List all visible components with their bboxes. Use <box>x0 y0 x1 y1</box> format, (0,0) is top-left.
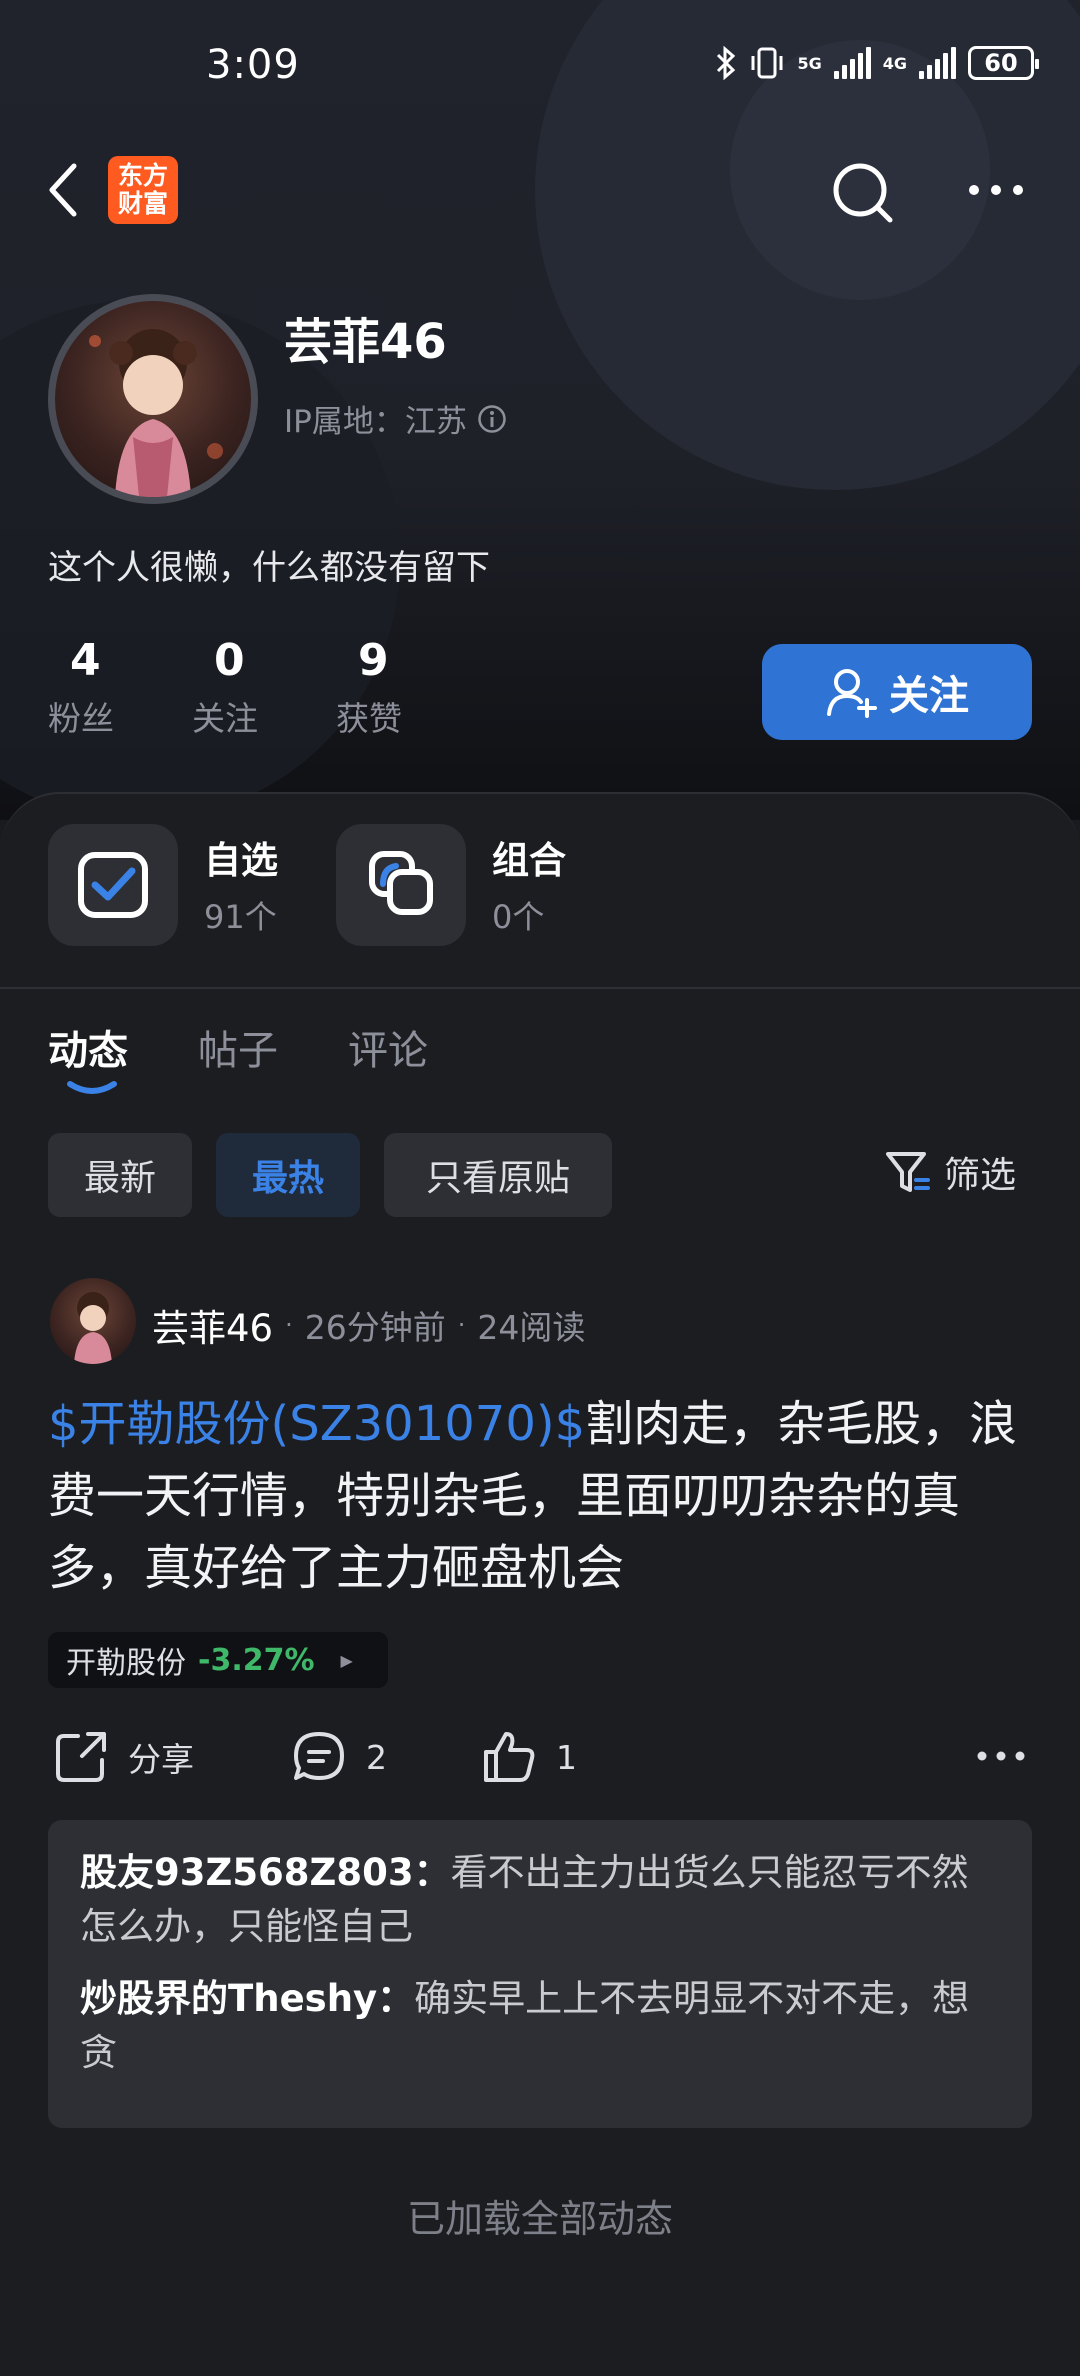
network-4g-label: 4G <box>882 53 907 73</box>
tab-posts[interactable]: 帖子 <box>198 1018 278 1076</box>
comment-preview[interactable]: 股友93Z568Z803：看不出主力出货么只能忍亏不然怎么办，只能怪自己 炒股界… <box>48 1820 1032 2128</box>
section-divider <box>0 987 1080 989</box>
comment-author[interactable]: 炒股界的Theshy： <box>80 1977 414 2020</box>
chip-latest[interactable]: 最新 <box>48 1133 192 1217</box>
stat-likes[interactable]: 9 获赞 <box>336 635 480 740</box>
tab-comments[interactable]: 评论 <box>348 1018 428 1076</box>
profile-page: 3:09 5G 4G 60 东方 财富 芸菲46 IP属地：江苏 这个人很懒，什… <box>0 0 1080 2376</box>
stock-change: -3.27% <box>198 1642 315 1678</box>
post-more-icon[interactable] <box>976 1748 1026 1764</box>
post-content[interactable]: $开勒股份(SZ301070)$割肉走，杂毛股，浪费一天行情，特别杂毛，里面叨叨… <box>48 1388 1038 1604</box>
network-5g-label: 5G <box>797 53 822 73</box>
portfolio-tile-icon[interactable] <box>336 824 466 946</box>
post-stock-link[interactable]: $开勒股份(SZ301070)$ <box>48 1396 585 1452</box>
chip-original-only[interactable]: 只看原贴 <box>384 1133 612 1217</box>
search-icon[interactable] <box>830 160 896 226</box>
avatar-illustration <box>89 329 223 497</box>
info-icon[interactable] <box>477 404 507 434</box>
tab-activity[interactable]: 动态 <box>48 1018 128 1076</box>
portfolio-count: 0个 <box>492 898 545 936</box>
stat-following[interactable]: 0 关注 <box>192 635 336 740</box>
portfolio-label[interactable]: 组合 <box>492 830 566 884</box>
end-of-feed-text: 已加载全部动态 <box>406 2197 673 2241</box>
post-author-name[interactable]: 芸菲46 <box>152 1298 273 1352</box>
avatar[interactable] <box>48 294 258 504</box>
chip-hottest[interactable]: 最热 <box>216 1133 360 1217</box>
status-icons: 5G 4G 60 <box>715 46 1039 80</box>
comment-item[interactable]: 炒股界的Theshy：确实早上上不去明显不对不走，想贪 <box>80 1972 1000 2080</box>
portfolio-icon <box>369 851 433 915</box>
comment-icon <box>294 1732 344 1780</box>
stat-fans[interactable]: 4 粉丝 <box>48 635 192 740</box>
add-user-icon <box>827 669 877 718</box>
play-arrow-icon: ▶ <box>340 1650 353 1670</box>
comment-button[interactable]: 2 <box>290 1728 387 1786</box>
battery-indicator: 60 <box>968 46 1039 80</box>
post-time: 26分钟前 <box>304 1308 446 1347</box>
watchlist-label[interactable]: 自选 <box>204 830 278 884</box>
profile-username: 芸菲46 <box>284 314 447 370</box>
active-tab-indicator <box>67 1081 117 1094</box>
watchlist-tile-icon[interactable] <box>48 824 178 946</box>
filter-icon <box>886 1152 930 1192</box>
share-icon <box>56 1732 106 1782</box>
follow-button[interactable]: 关注 <box>762 644 1032 740</box>
bluetooth-icon <box>717 46 736 80</box>
checkbox-icon <box>78 852 148 918</box>
like-button[interactable]: 1 <box>480 1728 577 1786</box>
watchlist-count: 91个 <box>204 898 277 936</box>
stock-name: 开勒股份 <box>66 1646 186 1681</box>
stock-quote-chip[interactable]: 开勒股份 -3.27% ▶ <box>48 1632 388 1688</box>
signal-1-icon <box>833 47 871 79</box>
comment-item[interactable]: 股友93Z568Z803：看不出主力出货么只能忍亏不然怎么办，只能怪自己 <box>80 1846 1000 1954</box>
signal-2-icon <box>919 47 956 79</box>
back-arrow-icon[interactable] <box>44 160 84 220</box>
vibrate-icon <box>751 47 783 79</box>
status-time: 3:09 <box>206 42 300 88</box>
thumbs-up-icon <box>484 1732 535 1782</box>
profile-bio: 这个人很懒，什么都没有留下 <box>48 548 490 588</box>
post-reads: 24阅读 <box>477 1308 586 1347</box>
ip-location: IP属地：江苏 <box>284 396 507 441</box>
filter-button[interactable]: 筛选 <box>884 1146 1016 1198</box>
share-button[interactable]: 分享 <box>52 1728 194 1786</box>
more-options-icon[interactable] <box>966 180 1026 200</box>
post-meta: 芸菲46 · 26分钟前 · 24阅读 <box>152 1298 585 1352</box>
comment-author[interactable]: 股友93Z568Z803： <box>80 1851 451 1894</box>
eastmoney-logo: 东方 财富 <box>108 156 178 224</box>
post-author-avatar[interactable] <box>50 1278 136 1364</box>
profile-stats: 4 粉丝 0 关注 9 获赞 <box>48 635 480 740</box>
